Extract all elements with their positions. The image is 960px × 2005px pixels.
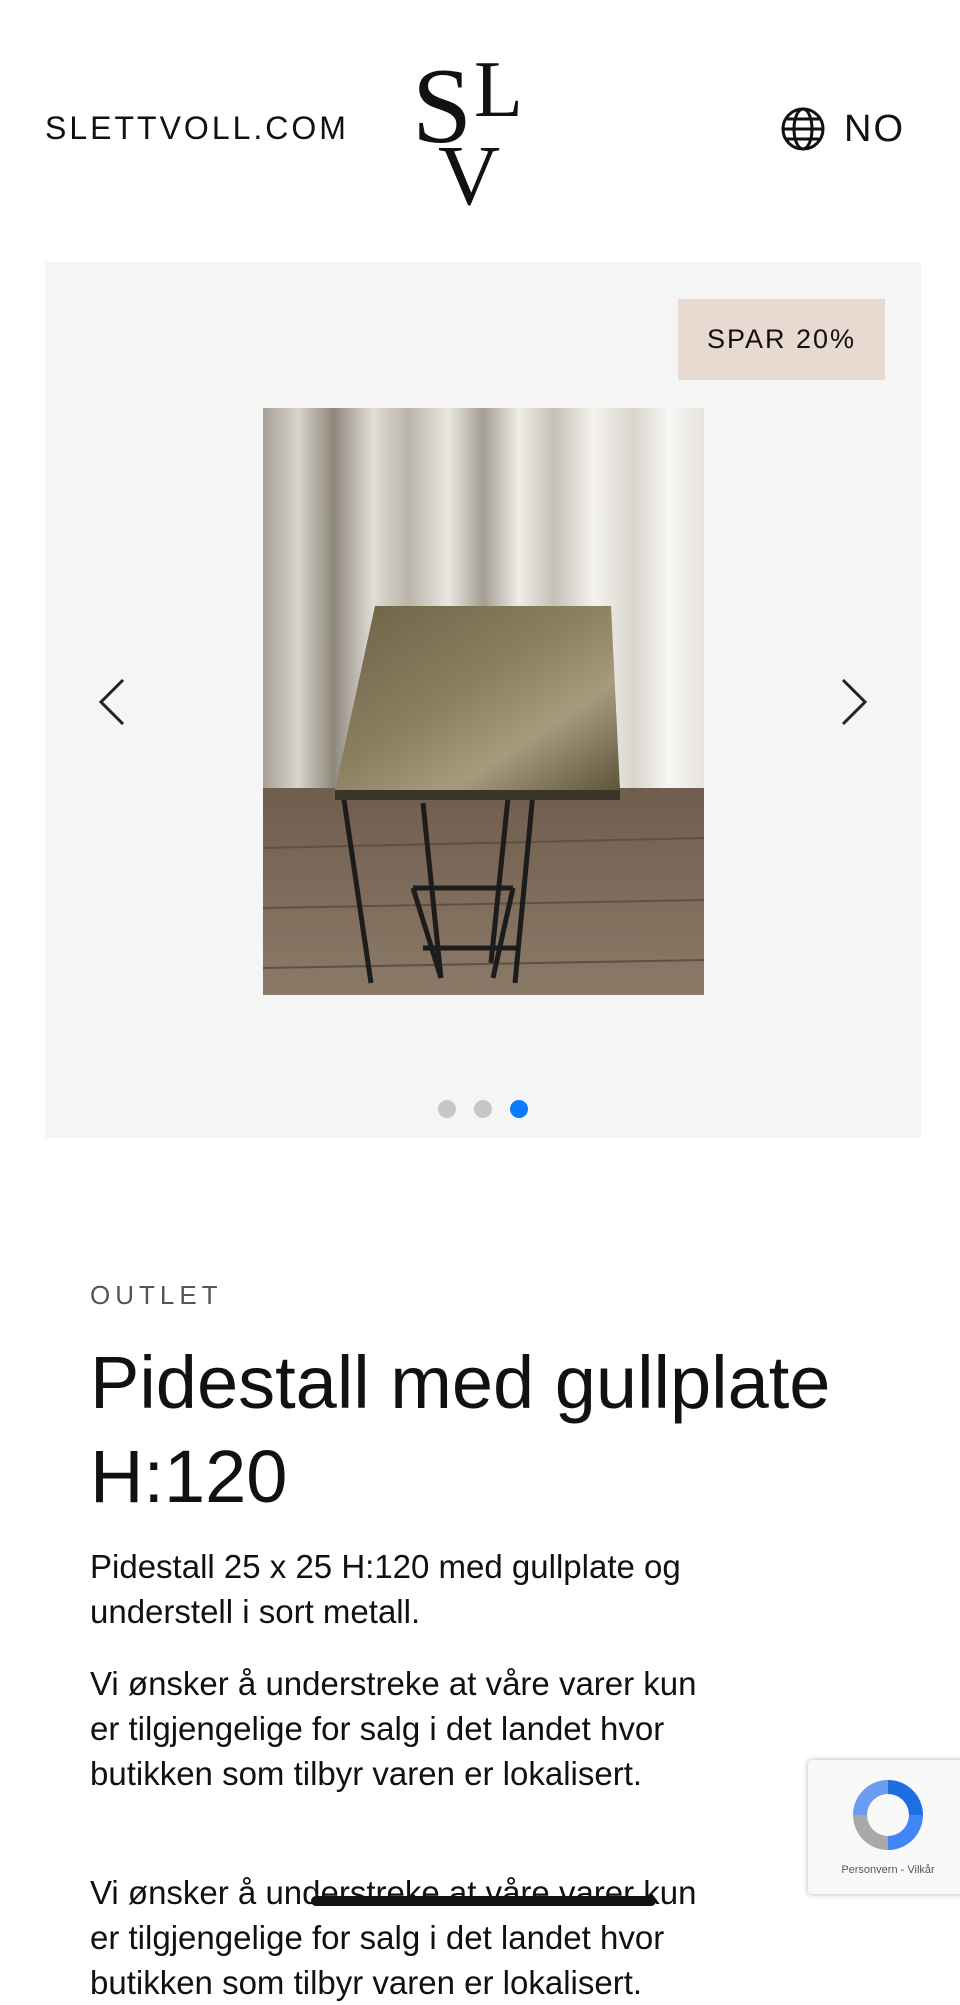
carousel-dots — [45, 1100, 921, 1118]
sales-notice: Vi ønsker å understreke at våre varer ku… — [90, 1665, 697, 1792]
logo-letter-l: L — [474, 46, 523, 134]
product-image — [263, 408, 704, 995]
product-title: Pidestall med gullplate H:120 — [90, 1341, 831, 1518]
globe-icon — [781, 107, 825, 151]
recaptcha-links: Personvern - Vilkår — [808, 1864, 960, 1876]
brand-logo[interactable]: S L V — [408, 44, 548, 210]
site-header: SLETTVOLL.COM S L V NO — [0, 0, 960, 262]
carousel-dot-2[interactable] — [474, 1100, 492, 1118]
site-link[interactable]: SLETTVOLL.COM — [45, 108, 349, 148]
logo-letter-v: V — [438, 127, 500, 210]
language-selector[interactable]: NO — [780, 104, 905, 154]
sales-notice-repeat: Vi ønsker å understreke at våre varer ku… — [90, 1874, 697, 2001]
product-description: Pidestall 25 x 25 H:120 med gullplate og… — [90, 1548, 681, 1630]
chevron-right-icon[interactable] — [821, 672, 881, 732]
carousel-dot-3[interactable] — [510, 1100, 528, 1118]
product-photo-illustration — [263, 408, 704, 995]
recaptcha-terms-link[interactable]: Vilkår — [907, 1864, 934, 1876]
home-indicator — [311, 1896, 656, 1906]
recaptcha-separator: - — [897, 1864, 908, 1876]
recaptcha-badge[interactable]: Personvern - Vilkår — [808, 1760, 960, 1894]
recaptcha-privacy-link[interactable]: Personvern — [841, 1864, 897, 1876]
carousel-dot-1[interactable] — [438, 1100, 456, 1118]
product-category: OUTLET — [90, 1280, 223, 1310]
discount-badge: SPAR 20% — [678, 299, 885, 380]
recaptcha-icon — [853, 1780, 923, 1850]
product-gallery: SPAR 20% — [45, 262, 921, 1138]
language-label: NO — [844, 108, 905, 150]
chevron-left-icon[interactable] — [85, 672, 145, 732]
